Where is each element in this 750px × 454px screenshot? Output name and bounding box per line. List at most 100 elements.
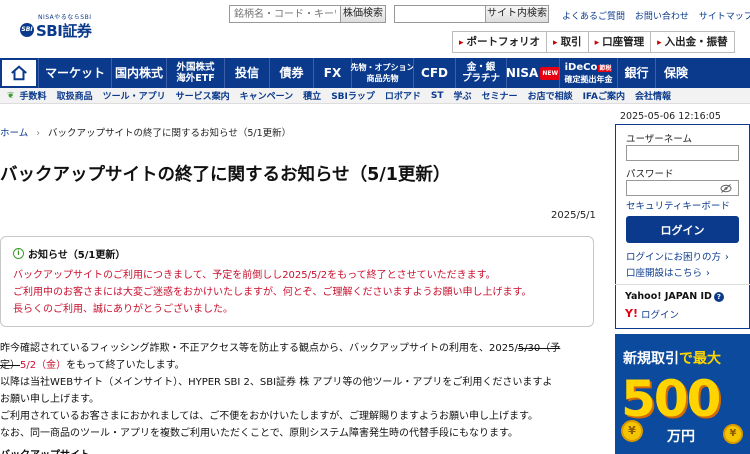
subnav-tsumitate[interactable]: 積立 <box>298 89 326 102</box>
section-heading: バックアップサイト <box>0 446 90 454</box>
nav-market[interactable]: マーケット <box>38 58 111 88</box>
nav-nisa-label: NISA <box>505 65 539 80</box>
username-input[interactable] <box>626 145 739 161</box>
nav-bank[interactable]: 銀行 <box>617 58 655 88</box>
promo-banner[interactable]: 新規取引で最大 500 万円 ¥ ¥ <box>615 334 750 454</box>
nav-gold[interactable]: 金・銀 プラチナ <box>455 58 506 88</box>
yahoo-login-link[interactable]: ログイン <box>641 307 679 321</box>
subnav-st[interactable]: ST <box>426 91 449 101</box>
chevron-right-icon: ▸ <box>459 38 464 48</box>
main-nav: マーケット 国内株式 外国株式 海外ETF 投信 債券 FX 先物・オプション 商品… <box>0 58 750 88</box>
password-input[interactable] <box>626 180 739 196</box>
sbi-logo[interactable]: NISAやるならSBI SBI SBI証券 <box>18 10 104 40</box>
subnav-sbi-wrap[interactable]: SBIラップ <box>326 89 380 102</box>
nav-foreign-stock-sub: 海外ETF <box>176 73 215 84</box>
open-account-link[interactable]: 口座開設はこちら › <box>626 265 710 279</box>
subnav-fees[interactable]: 手数料 <box>15 89 52 102</box>
yen-coin-icon: ¥ <box>621 420 643 442</box>
nav-funds[interactable]: 投信 <box>224 58 269 88</box>
nav-futures-sub: 商品先物 <box>366 74 399 83</box>
page-title: バックアップサイトの終了に関するお知らせ（5/1更新） <box>0 165 451 185</box>
subnav-company[interactable]: 会社情報 <box>630 89 676 102</box>
yen-coin-icon: ¥ <box>723 424 743 444</box>
portfolio-button[interactable]: ▸ ポートフォリオ <box>452 31 547 53</box>
subnav-tools[interactable]: ツール・アプリ <box>98 89 171 102</box>
login-trouble-link[interactable]: ログインにお困りの方 › <box>626 249 729 263</box>
sitemap-link[interactable]: サイトマップ <box>699 12 750 22</box>
nav-fx[interactable]: FX <box>313 58 351 88</box>
breadcrumb: ホーム › バックアップサイトの終了に関するお知らせ（5/1更新） <box>0 125 291 139</box>
nav-foreign-stock-label: 外国株式 <box>176 62 215 73</box>
paragraph-text: をもって終了いたします。 <box>66 360 185 371</box>
deposit-label: 入出金・振替 <box>664 36 728 48</box>
notice-box: i お知らせ（5/1更新） バックアップサイトのご利用につきまして、予定を前倒し… <box>0 236 594 327</box>
site-search-input[interactable] <box>394 5 486 23</box>
chevron-right-icon: ▸ <box>553 38 558 48</box>
banner-text: で最大 <box>679 351 721 367</box>
nav-foreign-stock[interactable]: 外国株式 海外ETF <box>166 58 224 88</box>
open-account-label: 口座開設はこちら <box>626 268 703 279</box>
stock-search-button[interactable]: 株価検索 <box>340 5 386 23</box>
security-keyboard-link[interactable]: セキュリティキーボード <box>626 198 730 212</box>
info-icon: i <box>13 248 24 259</box>
subnav-consult[interactable]: お店で相談 <box>523 89 578 102</box>
eye-slash-icon[interactable] <box>720 184 732 193</box>
help-icon[interactable]: ? <box>713 291 724 302</box>
sub-nav: ❦ 手数料 取扱商品 ツール・アプリ サービス案内 キャンペーン 積立 SBIラ… <box>0 88 750 104</box>
breadcrumb-current: バックアップサイトの終了に関するお知らせ（5/1更新） <box>48 128 292 139</box>
stock-search-input[interactable] <box>229 5 341 23</box>
contact-link[interactable]: お問い合わせ <box>635 12 689 22</box>
password-label: パスワード <box>626 169 674 180</box>
trade-button[interactable]: ▸ 取引 <box>546 31 588 53</box>
login-button[interactable]: ログイン <box>626 216 739 243</box>
paragraph: ご利用されているお客さまにおかれましては、ご不便をおかけいたしますが、ご理解賜り… <box>0 411 538 422</box>
portfolio-label: ポートフォリオ <box>466 36 541 48</box>
yahoo-title-text: Yahoo! JAPAN ID <box>625 291 712 302</box>
nav-futures-label: 先物・オプション <box>350 63 415 72</box>
leaf-icon: ❦ <box>7 90 15 101</box>
banner-unit: 万円 <box>667 429 695 445</box>
tax-badge: 節税 <box>598 64 613 72</box>
subnav-robo[interactable]: ロボアド <box>380 89 426 102</box>
nav-bonds[interactable]: 債券 <box>269 58 313 88</box>
notice-line: 長らくのご利用、誠にありがとうございました。 <box>13 304 233 315</box>
new-date-text: 5/2（金） <box>20 360 67 371</box>
nav-cfd[interactable]: CFD <box>413 58 455 88</box>
strike-text: 5/30（予 <box>517 343 561 354</box>
chevron-right-icon: › <box>706 268 710 279</box>
nav-gold-label: 金・銀 <box>466 62 496 73</box>
paragraph: なお、同一商品のツール・アプリを複数ご利用いただくことで、原則システム障害発生時… <box>0 428 518 439</box>
banner-amount: 500 <box>621 370 721 428</box>
subnav-learn[interactable]: 学ぶ <box>449 89 477 102</box>
subnav-services[interactable]: サービス案内 <box>171 89 235 102</box>
paragraph: 昨今確認されているフィッシング詐欺・不正アクセス等を防止する観点から、バックアッ… <box>0 340 604 357</box>
chevron-right-icon: ▸ <box>657 38 662 48</box>
publish-date: 2025/5/1 <box>551 210 596 221</box>
paragraph: 定）5/2（金）をもって終了いたします。 <box>0 357 604 374</box>
top-links: よくあるご質問 お問い合わせ サイトマップ <box>562 9 750 22</box>
notice-heading: i お知らせ（5/1更新） <box>13 246 581 261</box>
site-search-button[interactable]: サイト内検索 <box>485 5 549 23</box>
nav-domestic-stock[interactable]: 国内株式 <box>111 58 166 88</box>
home-icon <box>11 65 27 81</box>
faq-link[interactable]: よくあるご質問 <box>562 12 625 22</box>
subnav-seminar[interactable]: セミナー <box>477 89 523 102</box>
notice-body: バックアップサイトのご利用につきまして、予定を前倒しし2025/5/2をもって終… <box>13 267 581 318</box>
banner-headline: 新規取引で最大 <box>623 348 721 368</box>
account-button[interactable]: ▸ 口座管理 <box>587 31 651 53</box>
subnav-products[interactable]: 取扱商品 <box>52 89 98 102</box>
breadcrumb-home[interactable]: ホーム <box>0 128 28 139</box>
nav-ideco-label: iDeCo <box>564 61 598 73</box>
nav-home[interactable] <box>0 58 38 88</box>
nav-ideco[interactable]: iDeCo 節税 確定拠出年金 <box>559 58 617 88</box>
subnav-campaigns[interactable]: キャンペーン <box>235 89 299 102</box>
deposit-button[interactable]: ▸ 入出金・振替 <box>650 31 735 53</box>
subnav-ifa[interactable]: IFAご案内 <box>578 89 630 102</box>
trade-label: 取引 <box>560 36 582 48</box>
nav-futures[interactable]: 先物・オプション 商品先物 <box>350 58 415 88</box>
nav-nisa[interactable]: NISA NEW <box>505 58 561 88</box>
logo-name: SBI証券 <box>36 22 92 40</box>
yahoo-login: Yahoo! JAPAN ID? Y! ログイン <box>615 284 750 326</box>
nav-insurance[interactable]: 保険 <box>655 58 696 88</box>
notice-heading-text: お知らせ（5/1更新） <box>28 250 126 261</box>
